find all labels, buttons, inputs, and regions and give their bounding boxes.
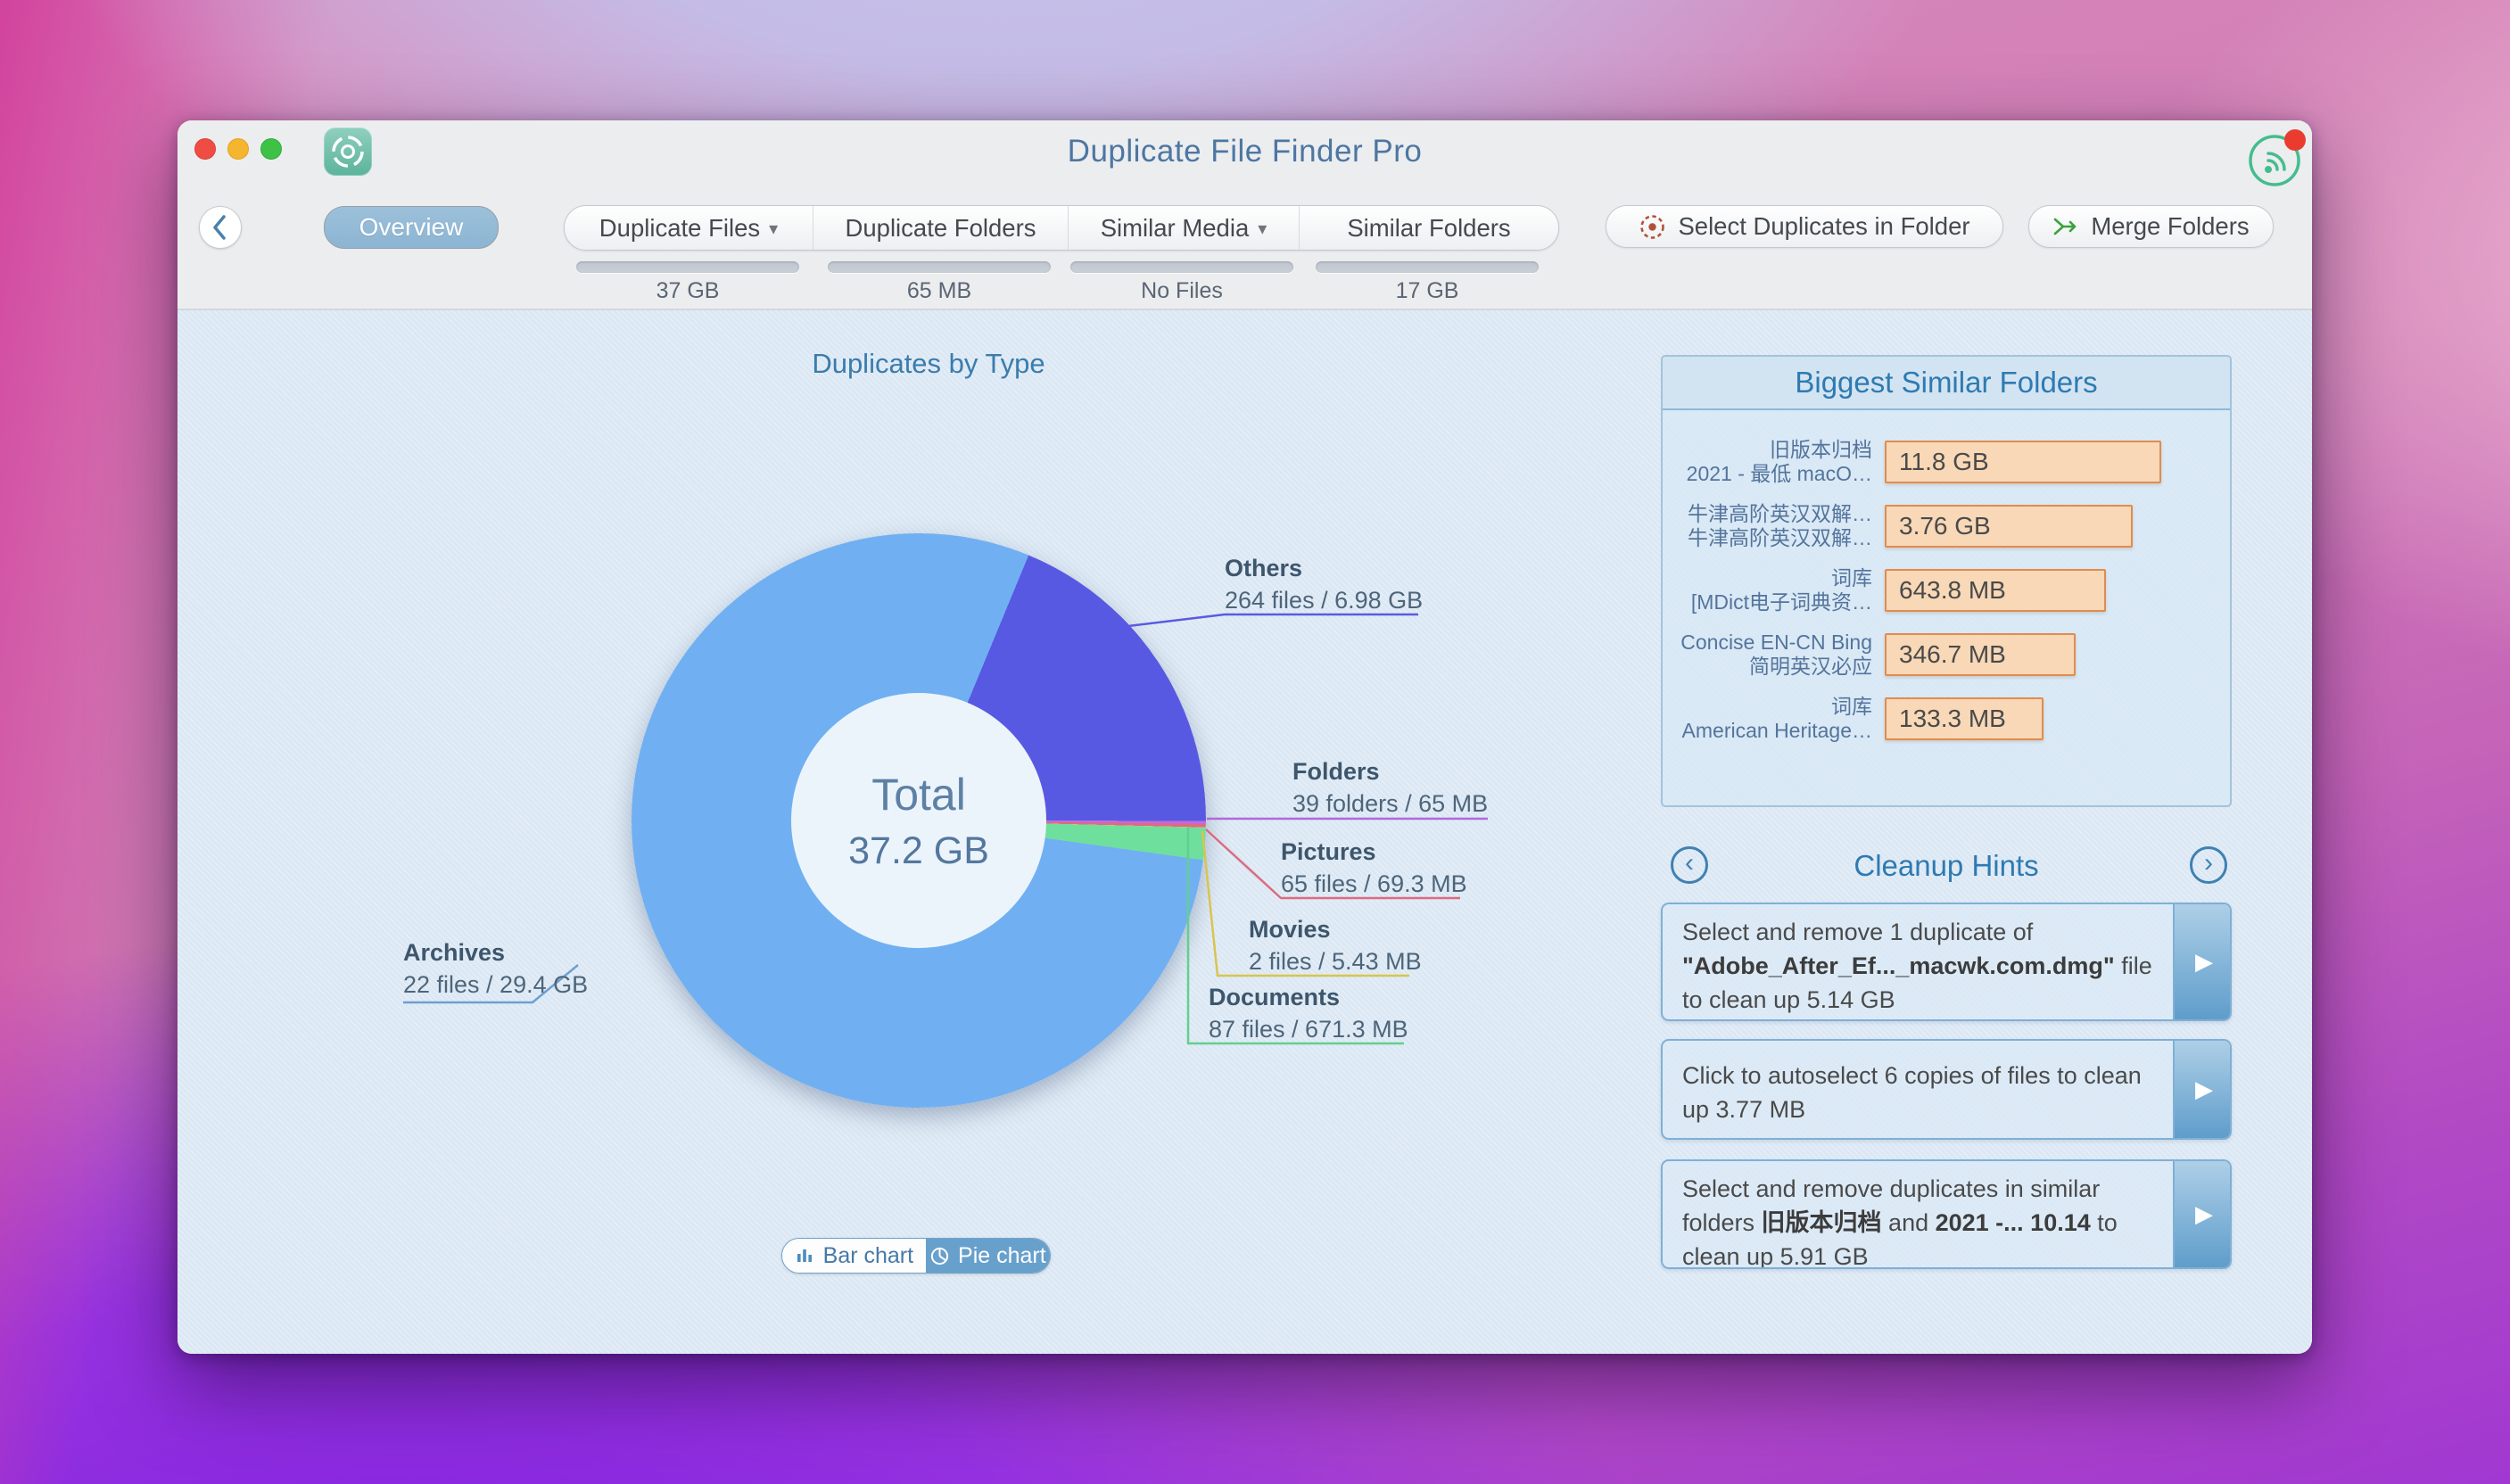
cleanup-hint-card[interactable]: Select and remove 1 duplicate of"Adobe_A… xyxy=(1661,903,2232,1021)
panel-title: Biggest Similar Folders xyxy=(1663,357,2230,410)
tab-label: Similar Media xyxy=(1101,214,1250,243)
pie-label-pictures: Pictures 65 files / 69.3 MB xyxy=(1281,837,1467,899)
merge-folders-button[interactable]: Merge Folders xyxy=(2028,205,2274,248)
window-title: Duplicate File Finder Pro xyxy=(178,134,2312,169)
app-window: Duplicate File Finder Pro Overview Dupli… xyxy=(178,120,2312,1354)
similar-folder-row: Concise EN-CN Bing简明英汉必应 346.7 MB xyxy=(1672,633,2076,676)
bar-chart-label: Bar chart xyxy=(823,1243,913,1269)
total-value: 37.2 GB xyxy=(848,829,989,873)
pie-label-movies: Movies 2 files / 5.43 MB xyxy=(1249,914,1422,977)
tab-meter: 37 GB xyxy=(576,261,799,304)
biggest-similar-folders-panel: Biggest Similar Folders 旧版本归档2021 - 最低 m… xyxy=(1661,355,2232,807)
tab-meter: 65 MB xyxy=(828,261,1051,304)
tab-meter-bar xyxy=(828,261,1051,273)
pie-label-others: Others 264 files / 6.98 GB xyxy=(1225,553,1423,615)
similar-folder-name: Concise EN-CN Bing简明英汉必应 xyxy=(1672,631,1872,679)
main-content: Duplicates by Type Total 37.2 GB Others … xyxy=(178,310,2312,1354)
play-icon: ▶ xyxy=(2195,1200,2213,1228)
cleanup-hint-card[interactable]: Click to autoselect 6 copies of files to… xyxy=(1661,1039,2232,1140)
similar-folder-row: 旧版本归档2021 - 最低 macO… 11.8 GB xyxy=(1672,441,2161,483)
hint-text: Select and remove duplicates in similarf… xyxy=(1663,1161,2173,1267)
similar-folder-size: 11.8 GB xyxy=(1899,448,1989,476)
pie-label-archives: Archives 22 files / 29.4 GB xyxy=(403,937,588,1000)
merge-icon xyxy=(2052,213,2079,240)
chevron-left-icon xyxy=(200,207,241,248)
hint-action-button[interactable]: ▶ xyxy=(2173,1161,2230,1267)
dashed-target-icon xyxy=(1639,213,1666,241)
similar-folder-name: 旧版本归档2021 - 最低 macO… xyxy=(1672,438,1872,486)
bar-chart-toggle[interactable]: Bar chart xyxy=(782,1239,926,1273)
similar-folder-name: 词库[MDict电子词典资… xyxy=(1672,566,1872,614)
total-label: Total xyxy=(871,769,966,820)
tab-meter-bar xyxy=(576,261,799,273)
tab-meter: No Files xyxy=(1070,261,1293,304)
back-button[interactable] xyxy=(199,206,242,249)
pie-label-documents: Documents 87 files / 671.3 MB xyxy=(1209,982,1408,1044)
cleanup-hint-card[interactable]: Select and remove duplicates in similarf… xyxy=(1661,1159,2232,1269)
chevron-down-icon: ▾ xyxy=(1258,218,1267,240)
overview-button[interactable]: Overview xyxy=(324,206,499,249)
pie-chart-toggle[interactable]: Pie chart xyxy=(926,1239,1050,1273)
similar-folder-name: 词库American Heritage… xyxy=(1672,695,1872,743)
hint-text: Select and remove 1 duplicate of"Adobe_A… xyxy=(1663,904,2173,1019)
tab-similar-folders[interactable]: Similar Folders xyxy=(1299,206,1558,250)
tab-label: Duplicate Files xyxy=(599,214,760,243)
tab-duplicate-folders[interactable]: Duplicate Folders xyxy=(813,206,1068,250)
tab-group: Duplicate Files ▾ Duplicate Folders Similar… xyxy=(564,205,1559,251)
chart-title: Duplicates by Type xyxy=(572,348,1285,380)
play-icon: ▶ xyxy=(2195,948,2213,976)
similar-folder-size: 133.3 MB xyxy=(1899,705,2006,733)
pie-chart-icon xyxy=(929,1246,950,1266)
pie-label-folders: Folders 39 folders / 65 MB xyxy=(1292,756,1488,819)
hints-next-button[interactable]: › xyxy=(2190,846,2227,884)
select-duplicates-in-folder-button[interactable]: Select Duplicates in Folder xyxy=(1606,205,2003,248)
similar-folder-size: 3.76 GB xyxy=(1899,512,1991,540)
tab-size-label: 65 MB xyxy=(828,278,1051,304)
tab-size-label: 37 GB xyxy=(576,278,799,304)
similar-folder-size: 643.8 MB xyxy=(1899,576,2006,605)
tab-label: Similar Folders xyxy=(1347,214,1510,243)
donut-center: Total 37.2 GB xyxy=(791,693,1046,948)
similar-folder-row: 词库[MDict电子词典资… 643.8 MB xyxy=(1672,569,2106,612)
hint-text: Click to autoselect 6 copies of files to… xyxy=(1663,1041,2173,1138)
similar-folder-size: 346.7 MB xyxy=(1899,640,2006,669)
tab-similar-media[interactable]: Similar Media ▾ xyxy=(1068,206,1299,250)
sync-status-icon[interactable] xyxy=(2247,133,2302,188)
similar-folder-name: 牛津高阶英汉双解…牛津高阶英汉双解… xyxy=(1672,502,1872,550)
select-duplicates-label: Select Duplicates in Folder xyxy=(1678,212,1969,241)
tab-meter: 17 GB xyxy=(1316,261,1539,304)
hint-action-button[interactable]: ▶ xyxy=(2173,904,2230,1019)
hint-action-button[interactable]: ▶ xyxy=(2173,1041,2230,1138)
play-icon: ▶ xyxy=(2195,1076,2213,1103)
tab-duplicate-files[interactable]: Duplicate Files ▾ xyxy=(565,206,813,250)
notification-badge xyxy=(2284,129,2306,151)
similar-folder-size-bar[interactable]: 133.3 MB xyxy=(1885,697,2044,740)
window-chrome: Duplicate File Finder Pro Overview Dupli… xyxy=(178,120,2312,310)
chevron-down-icon: ▾ xyxy=(769,218,778,240)
tab-meter-bar xyxy=(1070,261,1293,273)
similar-folder-row: 词库American Heritage… 133.3 MB xyxy=(1672,697,2044,740)
similar-folder-row: 牛津高阶英汉双解…牛津高阶英汉双解… 3.76 GB xyxy=(1672,505,2133,548)
similar-folder-size-bar[interactable]: 11.8 GB xyxy=(1885,441,2161,483)
tab-size-label: No Files xyxy=(1070,278,1293,304)
tab-size-label: 17 GB xyxy=(1316,278,1539,304)
cleanup-hints-title: Cleanup Hints xyxy=(1661,849,2232,883)
similar-folder-size-bar[interactable]: 643.8 MB xyxy=(1885,569,2106,612)
desktop-wallpaper: Duplicate File Finder Pro Overview Dupli… xyxy=(0,0,2510,1484)
tab-meter-bar xyxy=(1316,261,1539,273)
tab-label: Duplicate Folders xyxy=(846,214,1036,243)
chart-type-toggle: Bar chart Pie chart xyxy=(781,1238,1051,1274)
bar-chart-icon xyxy=(795,1246,815,1266)
donut-chart[interactable]: Total 37.2 GB xyxy=(632,533,1206,1108)
merge-folders-label: Merge Folders xyxy=(2091,212,2249,241)
similar-folder-size-bar[interactable]: 346.7 MB xyxy=(1885,633,2076,676)
pie-chart-label: Pie chart xyxy=(958,1243,1046,1269)
similar-folder-size-bar[interactable]: 3.76 GB xyxy=(1885,505,2133,548)
